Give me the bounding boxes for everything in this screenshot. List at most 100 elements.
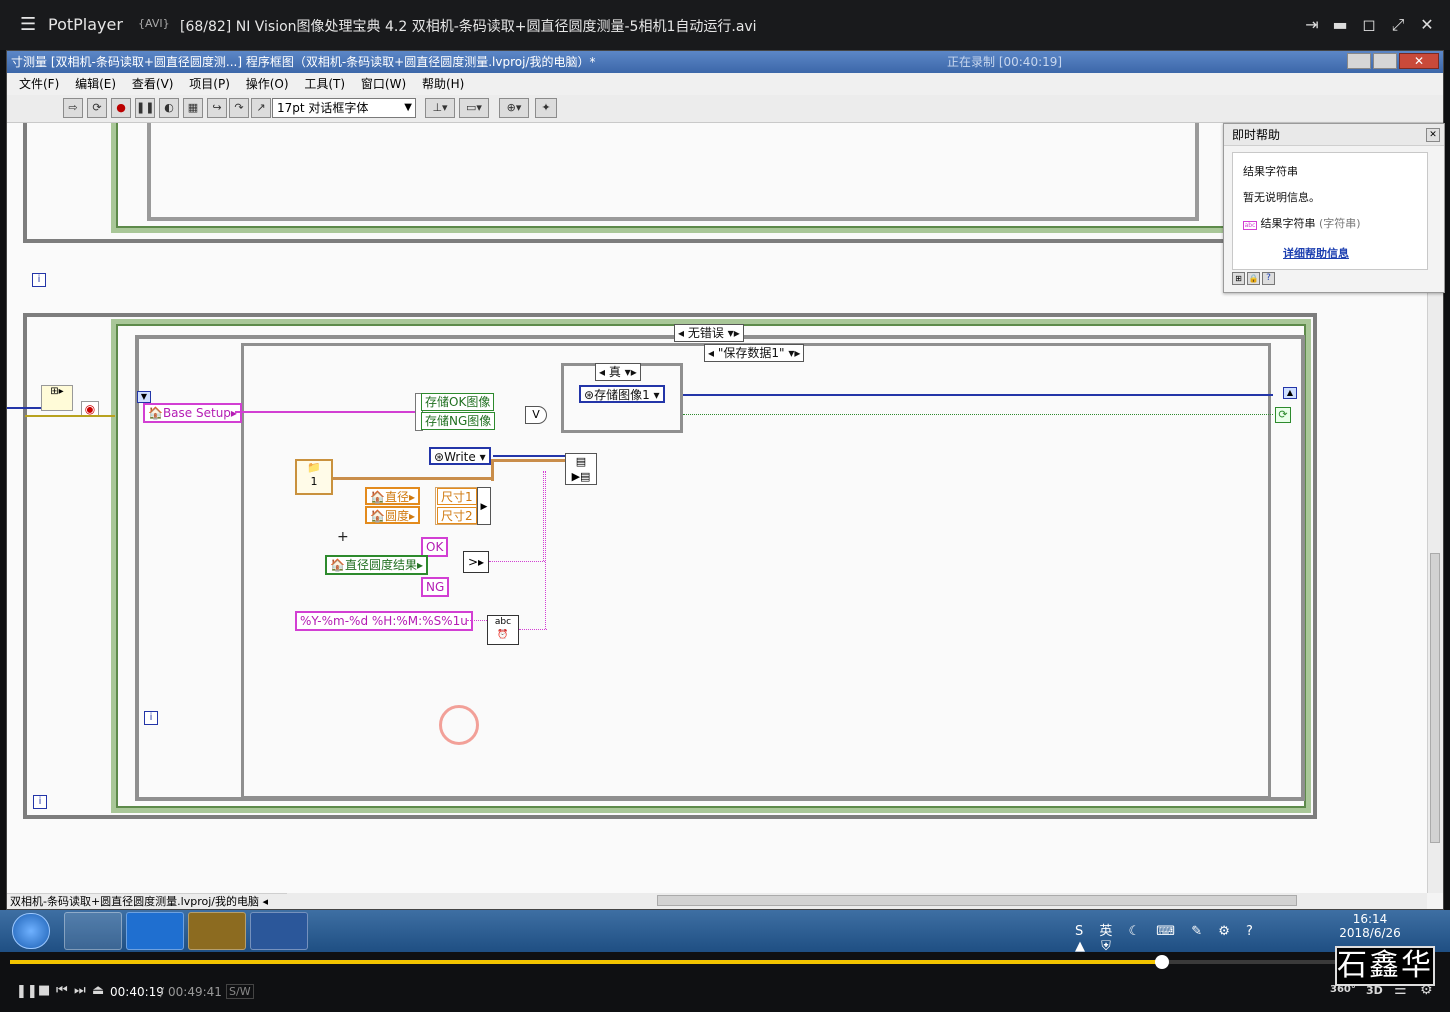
datetime-wire	[519, 629, 547, 630]
previous-icon[interactable]: ⏮	[56, 983, 68, 998]
case-selector-save-data[interactable]: ◂ "保存数据1" ▾▸	[704, 344, 805, 362]
minimize-icon[interactable]: ▬	[1329, 14, 1351, 36]
start-button-icon[interactable]	[12, 913, 50, 949]
ok-string-constant[interactable]: OK	[421, 537, 449, 557]
save-image-local-variable[interactable]: ⊛存储图像1 ▾	[579, 385, 665, 403]
maxthon-task-icon[interactable]	[126, 912, 184, 950]
format-badge: {AVI}	[138, 17, 170, 30]
abort-icon[interactable]: ●	[111, 98, 131, 118]
help-lock-icon[interactable]: 🔒	[1247, 272, 1260, 285]
player-title-bar: ☰ PotPlayer {AVI} [68/82] NI Vision图像处理宝…	[0, 0, 1450, 50]
diameter-local[interactable]: 🏠直径▸	[365, 487, 420, 505]
path-constant-icon[interactable]: 📁 1	[295, 459, 333, 495]
ng-string-constant[interactable]: NG	[421, 577, 450, 597]
build-array-icon[interactable]: ▶	[477, 487, 491, 525]
windows-taskbar: S 英 ☾ ⌨ ✎ ⚙ ? ▲ ⛨ 16:14 2018/6/26	[0, 910, 1450, 954]
or-function-icon[interactable]: V	[525, 406, 547, 424]
menu-view[interactable]: 查看(V)	[132, 73, 174, 95]
error-wire	[25, 415, 115, 417]
highlight-icon[interactable]: ◐	[159, 98, 179, 118]
write-file-icon[interactable]: ▤ ▶▤	[565, 453, 597, 485]
menu-tools[interactable]: 工具(T)	[304, 73, 345, 95]
explorer-task-icon[interactable]	[64, 912, 122, 950]
bool-wire-right	[683, 414, 1273, 415]
menu-icon[interactable]: ☰	[20, 14, 36, 35]
eject-icon[interactable]: ⏏	[92, 983, 104, 998]
taskbar-date: 2018/6/26	[1339, 926, 1401, 940]
help-type-line: abc 结果字符串 (字符串)	[1243, 217, 1361, 230]
menu-operate[interactable]: 操作(O)	[246, 73, 289, 95]
lv-close-button[interactable]: ✕	[1399, 53, 1439, 69]
case-selector-no-error[interactable]: ◂ 无错误 ▾▸	[674, 324, 744, 342]
align-icon[interactable]: ⊥▾	[425, 98, 455, 118]
sw-decoder-label[interactable]: S/W	[226, 984, 254, 999]
taskbar-clock[interactable]: 16:14 2018/6/26	[1330, 912, 1410, 940]
help-buttons: ⊞ 🔒 ?	[1232, 272, 1276, 286]
stop-icon[interactable]: ■	[38, 983, 50, 998]
maximize-icon[interactable]: ◻	[1358, 14, 1380, 36]
iteration-terminal: i	[33, 795, 47, 809]
datetime-wire-v	[545, 471, 546, 629]
ok-image-element[interactable]: 存储OK图像	[421, 393, 495, 411]
base-setup-constant[interactable]: 🏠Base Setup▸	[143, 403, 242, 423]
lv-restore-button[interactable]	[1373, 53, 1397, 69]
result-indicator[interactable]: 🏠直径圆度结果▸	[325, 555, 428, 575]
ng-image-element[interactable]: 存储NG图像	[421, 412, 496, 430]
menu-edit[interactable]: 编辑(E)	[75, 73, 116, 95]
size1-element[interactable]: 尺寸1	[437, 488, 477, 505]
word-task-icon[interactable]	[250, 912, 308, 950]
bundle-node-icon[interactable]: ⊞▸	[41, 385, 73, 411]
case-tunnel-icon: ▼	[137, 391, 151, 403]
current-time: 00:40:19	[110, 985, 164, 999]
help-heading: 结果字符串	[1243, 165, 1298, 178]
pin-icon[interactable]: ⇥	[1301, 14, 1323, 36]
labview-task-icon[interactable]	[188, 912, 246, 950]
menu-window[interactable]: 窗口(W)	[361, 73, 406, 95]
step-over-icon[interactable]: ↷	[229, 98, 249, 118]
help-question-icon[interactable]: ?	[1262, 272, 1275, 285]
help-close-icon[interactable]: ✕	[1426, 128, 1440, 142]
retain-wire-icon[interactable]: ▦	[183, 98, 203, 118]
seek-bar[interactable]	[10, 955, 1430, 969]
select-function-icon[interactable]: >▸	[463, 551, 489, 573]
format-datetime-icon[interactable]: abc ⏰	[487, 615, 519, 645]
loop-condition-icon[interactable]: ⟳	[1275, 407, 1291, 423]
horizontal-scroll-thumb[interactable]	[657, 895, 1297, 906]
file-title: [68/82] NI Vision图像处理宝典 4.2 双相机-条码读取+圆直径…	[180, 19, 757, 35]
seek-knob[interactable]	[1155, 955, 1170, 969]
fullscreen-icon[interactable]: ⤢	[1387, 14, 1409, 36]
write-mode-constant[interactable]: ⊛Write ▾	[429, 447, 491, 465]
run-icon[interactable]: ⇨	[63, 98, 83, 118]
block-diagram[interactable]: i ◂ 无错误 ▾▸ ◂ "保存数据1" ▾▸ ⊞▸ ◉ ▼ 🏠Base Set…	[7, 123, 1427, 893]
step-out-icon[interactable]: ↗	[251, 98, 271, 118]
system-tray-icons[interactable]: S 英 ☾ ⌨ ✎ ⚙ ? ▲ ⛨	[1075, 920, 1285, 954]
base-setup-wire	[235, 411, 415, 413]
menu-file[interactable]: 文件(F)	[19, 73, 59, 95]
font-selector[interactable]: 17pt 对话框字体 ▼	[272, 98, 416, 118]
lv-window-title: 寸测量 [双相机-条码读取+圆直径圆度测...] 程序框图（双相机-条码读取+圆…	[11, 55, 596, 69]
lv-minimize-button[interactable]	[1347, 53, 1371, 69]
path-wire	[333, 477, 493, 480]
run-continuous-icon[interactable]: ⟳	[87, 98, 107, 118]
shift-register-icon: ▲	[1283, 387, 1297, 399]
roundness-local[interactable]: 🏠圆度▸	[365, 506, 420, 524]
menu-project[interactable]: 项目(P)	[189, 73, 230, 95]
horizontal-scrollbar[interactable]	[287, 893, 1427, 909]
case-selector-true[interactable]: ◂ 真 ▾▸	[595, 363, 641, 381]
help-pin-icon[interactable]: ⊞	[1232, 272, 1245, 285]
pause-icon[interactable]: ❚❚	[16, 984, 38, 999]
pause-icon[interactable]: ❚❚	[135, 98, 155, 118]
cleanup-icon[interactable]: ✦	[535, 98, 557, 118]
menu-help[interactable]: 帮助(H)	[422, 73, 464, 95]
next-icon[interactable]: ⏭	[74, 983, 86, 998]
vertical-scroll-thumb[interactable]	[1430, 553, 1440, 843]
step-into-icon[interactable]: ↪	[207, 98, 227, 118]
help-detail-link[interactable]: 详细帮助信息	[1283, 245, 1349, 261]
size2-element[interactable]: 尺寸2	[437, 507, 477, 524]
reorder-icon[interactable]: ⊕▾	[499, 98, 529, 118]
format-string-constant[interactable]: %Y-%m-%d %H:%M:%S%1u	[295, 611, 473, 631]
help-description: 暂无说明信息。	[1243, 191, 1320, 204]
potplayer-window: ☰ PotPlayer {AVI} [68/82] NI Vision图像处理宝…	[0, 0, 1450, 1012]
distribute-icon[interactable]: ▭▾	[459, 98, 489, 118]
close-icon[interactable]: ✕	[1416, 14, 1438, 36]
